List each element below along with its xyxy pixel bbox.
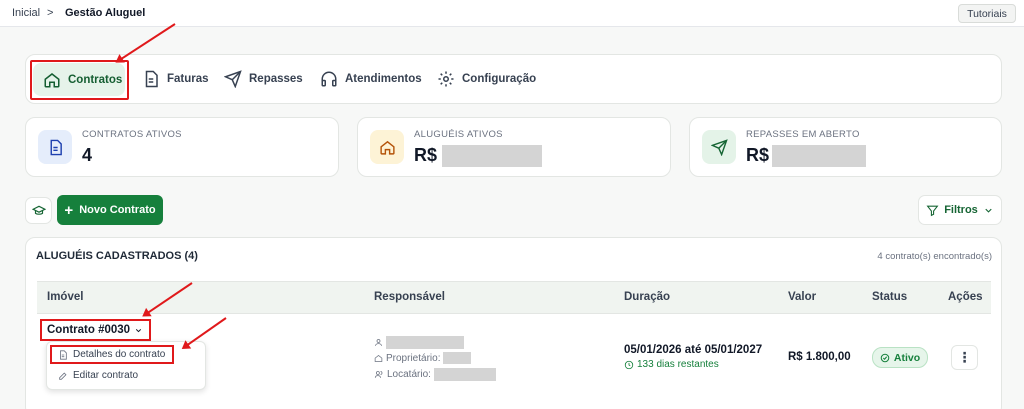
stat-icon-box <box>702 130 736 164</box>
owner-label: Proprietário: <box>386 352 441 364</box>
tutorials-button[interactable]: Tutoriais <box>958 4 1016 23</box>
clock-icon <box>624 360 634 369</box>
column-responsible: Responsável <box>374 291 445 303</box>
graduation-cap-icon <box>31 205 46 215</box>
redacted-name <box>386 336 464 349</box>
table-header <box>37 281 991 314</box>
breadcrumb-current: Gestão Aluguel <box>65 7 146 19</box>
stat-label: CONTRATOS ATIVOS <box>82 129 182 140</box>
tab-atendimentos[interactable]: Atendimentos <box>320 70 422 88</box>
document-icon <box>50 139 62 155</box>
tab-label: Repasses <box>249 73 303 85</box>
column-status: Status <box>872 291 908 303</box>
redacted-value <box>772 145 866 167</box>
tenant-line: Locatário: <box>374 368 496 381</box>
breadcrumb-home[interactable]: Inicial <box>12 7 40 19</box>
tenant-label: Locatário: <box>387 369 431 380</box>
redacted-tenant <box>433 368 496 381</box>
tab-label: Configuração <box>462 73 537 85</box>
column-actions: Ações <box>948 291 983 303</box>
stat-value: 4 <box>82 145 93 165</box>
status-label: Ativo <box>893 351 921 364</box>
menu-item-edit[interactable]: Editar contrato <box>58 370 138 381</box>
stat-icon-box <box>38 130 72 164</box>
column-duration: Duração <box>624 291 671 303</box>
check-circle-icon <box>880 353 890 362</box>
filter-icon <box>926 205 939 216</box>
new-contract-button[interactable]: + Novo Contrato <box>57 195 163 225</box>
document-icon <box>145 70 158 88</box>
stat-label: ALUGUÉIS ATIVOS <box>414 129 503 140</box>
column-property: Imóvel <box>47 291 84 303</box>
contract-value: R$ 1.800,00 <box>788 351 851 363</box>
stat-card-transfers: REPASSES EM ABERTO R$ <box>689 117 1002 177</box>
more-actions-button[interactable]: ⋮ <box>951 345 978 370</box>
home-icon <box>374 354 383 362</box>
responsible-name <box>374 336 464 349</box>
plus-icon: + <box>64 201 74 219</box>
new-contract-label: Novo Contrato <box>79 204 156 216</box>
send-icon <box>710 138 728 156</box>
menu-item-details[interactable]: Detalhes do contrato <box>50 345 174 364</box>
tab-repasses[interactable]: Repasses <box>224 70 303 88</box>
tab-faturas[interactable]: Faturas <box>142 70 209 88</box>
stat-icon-box <box>370 130 404 164</box>
send-icon <box>224 70 242 88</box>
redacted-owner <box>443 352 472 364</box>
more-vertical-icon: ⋮ <box>957 349 972 365</box>
stat-value: R$ <box>414 145 438 165</box>
tab-label: Faturas <box>167 73 209 85</box>
status-badge: Ativo <box>872 347 928 368</box>
academy-button[interactable] <box>25 197 52 224</box>
stat-value: R$ <box>746 145 770 165</box>
document-icon <box>60 349 67 360</box>
home-icon <box>379 140 395 155</box>
contract-dropdown[interactable]: Contrato #0030 <box>40 319 151 341</box>
gear-icon <box>438 71 454 87</box>
menu-item-label: Detalhes do contrato <box>73 349 166 360</box>
user-icon <box>375 339 382 346</box>
remaining-days: 133 dias restantes <box>624 359 719 370</box>
remaining-days-label: 133 dias restantes <box>637 359 719 370</box>
tab-configuracao[interactable]: Configuração <box>437 70 536 88</box>
edit-icon <box>59 371 67 380</box>
chevron-down-icon <box>136 328 142 332</box>
menu-item-label: Editar contrato <box>73 370 139 381</box>
column-value: Valor <box>788 291 817 303</box>
stat-card-rents: ALUGUÉIS ATIVOS R$ <box>357 117 671 177</box>
redacted-value <box>442 145 542 167</box>
top-bar <box>0 0 1024 27</box>
list-title: ALUGUÉIS CADASTRADOS (4) <box>36 250 198 262</box>
contract-number: Contrato #0030 <box>47 324 131 336</box>
highlight-box-tab <box>30 60 129 100</box>
tab-label: Atendimentos <box>345 73 422 85</box>
contract-duration: 05/01/2026 até 05/01/2027 <box>624 344 763 356</box>
headphones-icon <box>321 71 337 87</box>
breadcrumb-separator: > <box>47 7 54 19</box>
chevron-down-icon <box>985 208 992 213</box>
owner-line: Proprietário: <box>374 352 472 364</box>
filters-label: Filtros <box>944 204 978 216</box>
filters-button[interactable]: Filtros <box>918 195 1002 225</box>
stat-label: REPASSES EM ABERTO <box>746 129 860 140</box>
users-icon <box>374 371 383 378</box>
list-count: 4 contrato(s) encontrado(s) <box>877 251 992 262</box>
stat-card-contracts: CONTRATOS ATIVOS 4 <box>25 117 339 177</box>
